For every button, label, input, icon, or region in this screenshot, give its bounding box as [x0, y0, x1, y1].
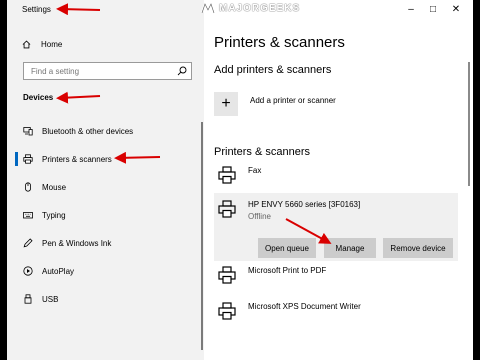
sidebar-item-mouse[interactable]: Mouse — [23, 180, 199, 194]
sidebar-item-bluetooth[interactable]: Bluetooth & other devices — [23, 124, 199, 138]
nav-section-devices: Devices — [23, 93, 54, 102]
printer-name: Fax — [248, 166, 262, 175]
sidebar-item-label: Mouse — [42, 182, 67, 192]
sidebar-item-autoplay[interactable]: AutoPlay — [23, 264, 199, 278]
sidebar-item-label: AutoPlay — [42, 266, 75, 276]
printer-item-xps[interactable]: Microsoft XPS Document Writer — [214, 302, 464, 324]
home-icon — [22, 40, 31, 48]
printer-item-hp-envy-details: HP ENVY 5660 series [3F0163] Offline — [214, 200, 464, 226]
printer-item-fax[interactable]: Fax — [214, 166, 464, 188]
maximize-button[interactable]: □ — [424, 4, 442, 15]
printer-name: Microsoft Print to PDF — [248, 266, 327, 275]
page-title: Printers & scanners — [214, 34, 345, 51]
nav-home-label: Home — [41, 39, 63, 49]
window-title: Settings — [22, 5, 51, 14]
sidebar-item-typing[interactable]: Typing — [23, 208, 199, 222]
left-nav-pane: Settings Home Find a setting Devices Blu… — [7, 0, 204, 360]
watermark-text: MAJORGEEKS — [219, 2, 301, 14]
printer-name: HP ENVY 5660 series [3F0163] — [248, 200, 361, 209]
sidebar-item-pen[interactable]: Pen & Windows Ink — [23, 236, 199, 250]
sidebar-item-label: Typing — [42, 210, 66, 220]
search-placeholder: Find a setting — [31, 67, 80, 76]
sidebar-item-label: Printers & scanners — [42, 154, 112, 164]
printer-icon — [218, 266, 236, 284]
open-queue-button[interactable]: Open queue — [258, 238, 316, 258]
printer-name: Microsoft XPS Document Writer — [248, 302, 361, 311]
watermark-logo: MAJORGEEKS — [201, 2, 300, 14]
sidebar-item-printers[interactable]: Printers & scanners — [15, 152, 199, 166]
add-printer-label[interactable]: Add a printer or scanner — [250, 96, 336, 105]
content-scrollbar[interactable] — [468, 62, 470, 186]
sidebar-item-label: USB — [42, 294, 59, 304]
printer-icon — [23, 154, 33, 164]
printer-icon — [218, 200, 236, 218]
add-section-heading: Add printers & scanners — [214, 64, 332, 76]
search-icon[interactable] — [177, 66, 187, 76]
keyboard-icon — [23, 210, 33, 220]
nav-scrollbar[interactable] — [201, 122, 203, 350]
minimize-button[interactable]: – — [402, 4, 420, 15]
search-input[interactable]: Find a setting — [23, 62, 192, 80]
bluetooth-devices-icon — [23, 126, 33, 136]
usb-icon — [23, 294, 33, 304]
autoplay-icon — [23, 266, 33, 276]
pen-icon — [23, 238, 33, 248]
printer-item-pdf[interactable]: Microsoft Print to PDF — [214, 266, 464, 288]
add-printer-button[interactable]: + — [214, 92, 238, 116]
content-pane: – □ ✕ Printers & scanners Add printers &… — [204, 0, 473, 360]
sidebar-item-usb[interactable]: USB — [23, 292, 199, 306]
sidebar-item-label: Bluetooth & other devices — [42, 126, 134, 136]
settings-window: Settings Home Find a setting Devices Blu… — [7, 0, 473, 360]
printer-icon — [218, 166, 236, 184]
sidebar-item-label: Pen & Windows Ink — [42, 238, 112, 248]
nav-home[interactable]: Home — [22, 37, 62, 51]
printer-status: Offline — [248, 212, 271, 221]
close-button[interactable]: ✕ — [447, 4, 465, 15]
plus-icon: + — [221, 95, 231, 112]
manage-button[interactable]: Manage — [324, 238, 376, 258]
mouse-icon — [23, 182, 33, 192]
majorgeeks-logo-icon — [201, 2, 215, 14]
printer-icon — [218, 302, 236, 320]
printers-section-heading: Printers & scanners — [214, 146, 310, 158]
remove-device-button[interactable]: Remove device — [383, 238, 453, 258]
